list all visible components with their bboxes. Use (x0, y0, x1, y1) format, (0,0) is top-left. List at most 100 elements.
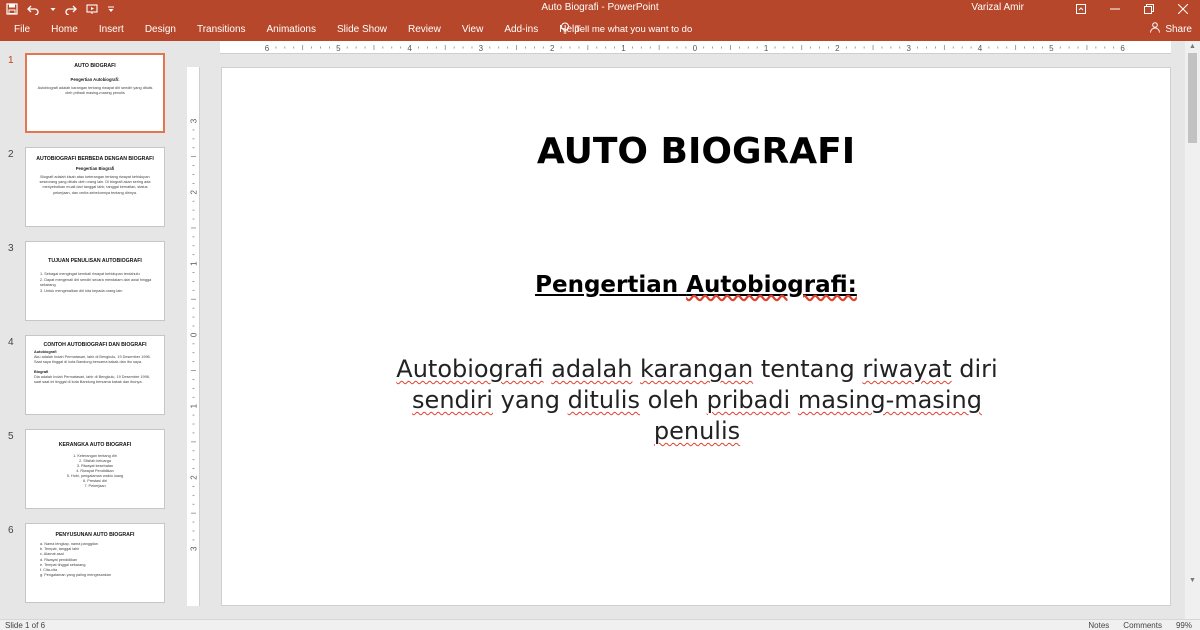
ruler-label: 4 (407, 44, 412, 53)
tab-animations[interactable]: Animations (267, 24, 316, 35)
thumb-list: 1. Sebagai mengingat kembali riwayat keh… (34, 272, 156, 294)
body-word: yang (500, 386, 560, 414)
comments-button[interactable]: Comments (1123, 621, 1162, 630)
ruler-label: 6 (265, 44, 270, 53)
slide-thumbnail-row[interactable]: 2 AUTOBIOGRAFI BERBEDA DENGAN BIOGRAFI P… (0, 147, 175, 231)
thumb-list-item: 3. Untuk mengenalkan diri kita kepada or… (40, 288, 123, 293)
slide-number: 4 (8, 337, 14, 348)
slide-thumbnail-6[interactable]: PENYUSUNAN AUTO BIOGRAFI a. Nama lengkap… (25, 523, 165, 603)
ruler-label: 3 (190, 546, 199, 551)
tab-add-ins[interactable]: Add-ins (504, 24, 538, 35)
thumb-title: AUTOBIOGRAFI BERBEDA DENGAN BIOGRAFI (36, 156, 154, 162)
slide-thumbnail-5[interactable]: KERANGKA AUTO BIOGRAFI 1. Keterangan ten… (25, 429, 165, 509)
slide-thumbnail-row[interactable]: 1 AUTO BIOGRAFI Pengertian Autobiografi:… (0, 53, 175, 137)
body-word: diri (959, 355, 998, 383)
window-controls (1064, 0, 1200, 18)
slide-canvas[interactable]: AUTO BIOGRAFI Pengertian Autobiografi: A… (221, 67, 1171, 606)
thumb-list: a. Nama lengkap, nama panggilan b. Tempa… (34, 542, 156, 578)
status-bar: Slide 1 of 6 Notes Comments 99% (0, 619, 1200, 630)
person-icon (1150, 22, 1161, 36)
tab-transitions[interactable]: Transitions (197, 24, 246, 35)
slide-number: 3 (8, 243, 14, 254)
body-word: ditulis (567, 386, 640, 414)
thumb-subtitle: Pengertian Biografi (75, 166, 115, 172)
vertical-scrollbar[interactable]: ▲ ▼ (1185, 41, 1200, 619)
tab-slide-show[interactable]: Slide Show (337, 24, 387, 35)
tab-review[interactable]: Review (408, 24, 441, 35)
slide-title[interactable]: AUTO BIOGRAFI (222, 131, 1170, 172)
slide-thumbnail-row[interactable]: 6 PENYUSUNAN AUTO BIOGRAFI a. Nama lengk… (0, 523, 175, 607)
ruler-label: 0 (693, 44, 698, 53)
tab-insert[interactable]: Insert (99, 24, 124, 35)
slide-number: 2 (8, 149, 14, 160)
thumb-list-item: g. Pengalaman yang paling mengesankan (40, 572, 111, 577)
tab-home[interactable]: Home (51, 24, 78, 35)
body-word: adalah (551, 355, 633, 383)
ruler-label: 2 (190, 475, 199, 480)
scrollbar-thumb[interactable] (1188, 53, 1197, 143)
ruler-label: 0 (190, 332, 199, 337)
slide-number: 5 (8, 431, 14, 442)
ruler-label: 2 (835, 44, 840, 53)
restore-icon[interactable] (1132, 0, 1166, 18)
title-bar: Auto Biografi - PowerPoint Varizal Amir (0, 0, 1200, 18)
thumb-list: 1. Keterangan tentang diri 2. Silsilah k… (34, 454, 156, 488)
notes-button[interactable]: Notes (1088, 621, 1109, 630)
thumb-subtitle: Pengertian Autobiografi: (70, 77, 120, 83)
ruler-label: 5 (336, 44, 341, 53)
horizontal-ruler[interactable]: 6 5 4 3 2 1 0 1 2 3 4 5 6 (220, 41, 1171, 54)
slide-thumbnail-1[interactable]: AUTO BIOGRAFI Pengertian Autobiografi: A… (25, 53, 165, 133)
slide-thumbnail-4[interactable]: CONTOH AUTOBIOGRAFI DAN BIOGRAFI Autobio… (25, 335, 165, 415)
ruler-label: 3 (479, 44, 484, 53)
slide-thumbnail-row[interactable]: 4 CONTOH AUTOBIOGRAFI DAN BIOGRAFI Autob… (0, 335, 175, 419)
ruler-label: 1 (621, 44, 626, 53)
thumb-list-item: 1. Sebagai mengingat kembali riwayat keh… (40, 272, 140, 277)
subtitle-word: Autobiografi: (686, 272, 857, 298)
slide-thumbnail-row[interactable]: 3 TUJUAN PENULISAN AUTOBIOGRAFI 1. Sebag… (0, 241, 175, 325)
thumb-list-item: 7. Pekerjaan (84, 483, 106, 488)
slide-subtitle[interactable]: Pengertian Autobiografi: (222, 272, 1170, 298)
share-button[interactable]: Share (1150, 22, 1192, 36)
ruler-label: 2 (550, 44, 555, 53)
thumb-list-item: 2. Dapat mengenali diri sendiri secara m… (40, 277, 152, 288)
body-word: masing-masing (797, 386, 982, 414)
slide-thumbnail-pane[interactable]: 1 AUTO BIOGRAFI Pengertian Autobiografi:… (0, 41, 175, 619)
body-word: tentang (760, 355, 855, 383)
body-word: riwayat (862, 355, 952, 383)
lightbulb-icon (560, 22, 570, 37)
ruler-label: 6 (1120, 44, 1125, 53)
thumb-body: Autobiografi Aku adalah Indah Permatasar… (34, 350, 156, 385)
slide-number: 1 (8, 55, 14, 66)
slide-thumbnail-3[interactable]: TUJUAN PENULISAN AUTOBIOGRAFI 1. Sebagai… (25, 241, 165, 321)
tab-view[interactable]: View (462, 24, 484, 35)
body-word: Autobiografi (396, 355, 544, 383)
ruler-label: 3 (906, 44, 911, 53)
zoom-level[interactable]: 99% (1176, 621, 1192, 630)
vertical-ruler[interactable]: 3 2 1 0 1 2 3 (187, 67, 200, 606)
body-word: karangan (640, 355, 754, 383)
status-bar-controls: Notes Comments 99% (1088, 621, 1192, 630)
close-icon[interactable] (1166, 0, 1200, 18)
ruler-label: 1 (190, 261, 199, 266)
thumb-body: Autobiografi adalah karangan tentang riw… (37, 86, 153, 96)
ribbon-tabs-bar: File Home Insert Design Transitions Animation… (0, 18, 1200, 41)
slide-counter: Slide 1 of 6 (5, 621, 46, 630)
ruler-label: 4 (978, 44, 983, 53)
account-name[interactable]: Varizal Amir (971, 2, 1024, 13)
slide-thumbnail-2[interactable]: AUTOBIOGRAFI BERBEDA DENGAN BIOGRAFI Pen… (25, 147, 165, 227)
scroll-down-arrow-icon[interactable]: ▼ (1189, 577, 1196, 584)
body-word: penulis (653, 417, 741, 445)
body-word: oleh (647, 386, 699, 414)
tell-me-text: Tell me what you want to do (575, 24, 693, 35)
tell-me-box[interactable]: Tell me what you want to do (560, 22, 692, 37)
ribbon-display-options-icon[interactable] (1064, 0, 1098, 18)
ruler-label: 1 (190, 403, 199, 408)
minimize-icon[interactable] (1098, 0, 1132, 18)
thumb-text: Aku adalah Indah Permatasari, lahir di B… (34, 355, 151, 365)
tab-design[interactable]: Design (145, 24, 176, 35)
scroll-up-arrow-icon[interactable]: ▲ (1189, 43, 1196, 50)
slide-thumbnail-row[interactable]: 5 KERANGKA AUTO BIOGRAFI 1. Keterangan t… (0, 429, 175, 513)
tab-file[interactable]: File (14, 24, 30, 35)
slide-body-text[interactable]: Autobiografi adalah karangan tentang riw… (372, 354, 1022, 447)
slide-number: 6 (8, 525, 14, 536)
